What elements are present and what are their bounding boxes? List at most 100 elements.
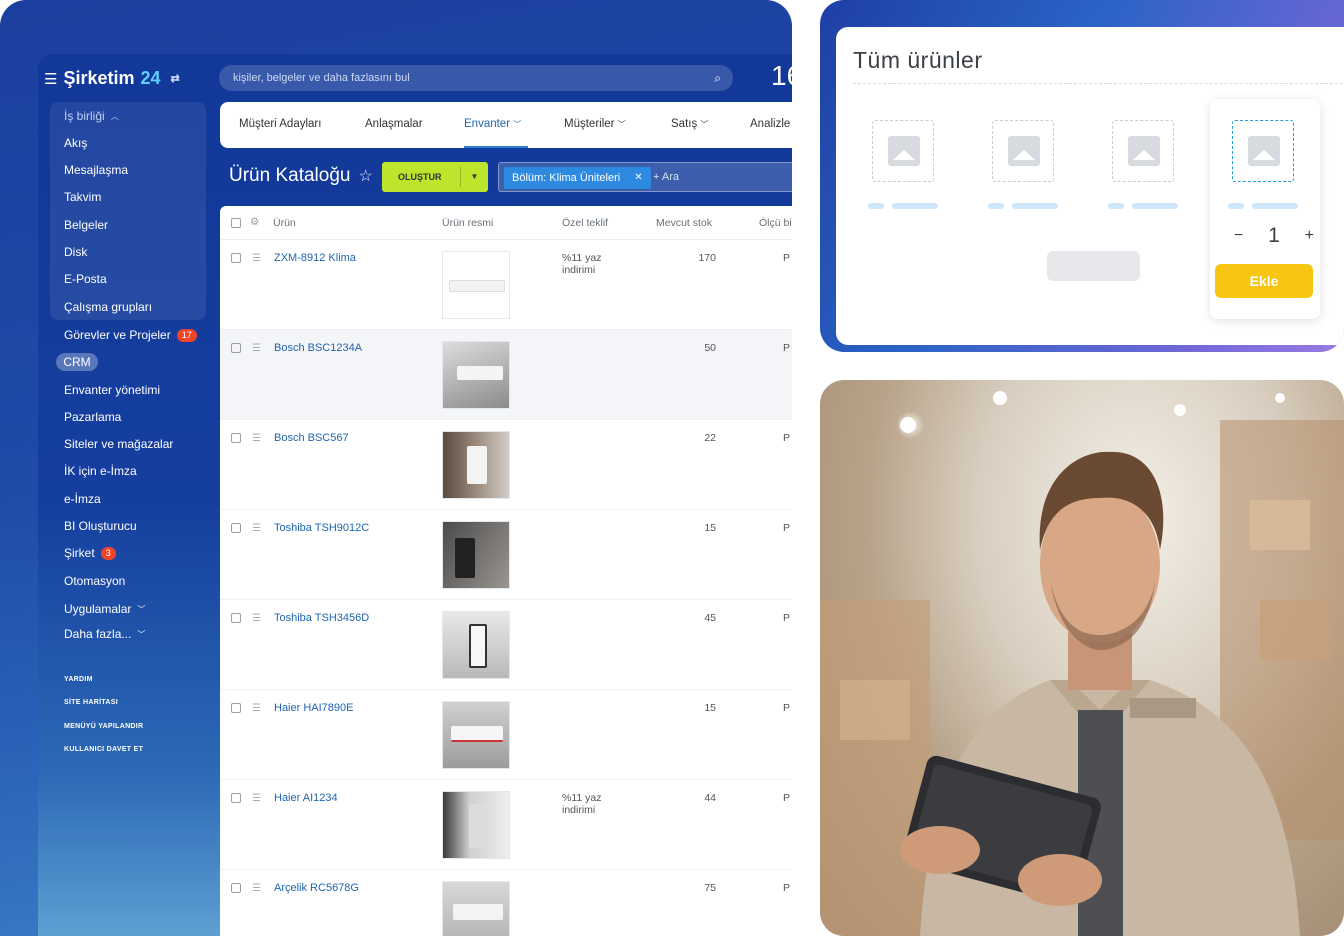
page-title: Ürün Kataloğu ☆ — [229, 165, 373, 187]
column-header-image[interactable]: Ürün resmi — [442, 217, 493, 229]
tab-inventory[interactable]: Envanter ﹀ — [464, 118, 521, 130]
menu-icon[interactable]: ☰ — [44, 70, 57, 88]
table-row[interactable]: ☰ ZXM-8912 Klima %11 yaz indirimi 170 P — [220, 240, 792, 330]
stock-value: 15 — [704, 522, 716, 534]
row-menu-icon[interactable]: ☰ — [252, 343, 261, 354]
tab-analytics[interactable]: Analizle — [750, 118, 790, 130]
row-checkbox[interactable] — [231, 793, 241, 803]
select-all-checkbox[interactable] — [231, 218, 241, 228]
row-checkbox[interactable] — [231, 883, 241, 893]
close-icon[interactable]: ✕ — [634, 167, 642, 189]
footer-link-configure-menu[interactable]: MENÜYÜ YAPILANDIR — [64, 723, 143, 730]
product-name-link[interactable]: ZXM-8912 Klima — [274, 252, 356, 264]
footer-link-sitemap[interactable]: SİTE HARİTASI — [64, 699, 118, 706]
create-button-label: OLUŞTUR — [398, 172, 442, 182]
column-header-unit[interactable]: Ölçü bi — [759, 217, 792, 229]
footer-link-help[interactable]: YARDIM — [64, 676, 93, 683]
sidebar-item-marketing[interactable]: Pazarlama — [64, 410, 121, 424]
product-placeholder-selected[interactable] — [1232, 120, 1294, 182]
row-checkbox[interactable] — [231, 523, 241, 533]
table-row[interactable]: ☰ Bosch BSC1234A 50 P — [220, 330, 792, 420]
table-row[interactable]: ☰ Haier HAI7890E 15 P — [220, 690, 792, 780]
sidebar-item-tasks[interactable]: Görevler ve Projeler 17 — [64, 328, 197, 342]
product-name-link[interactable]: Bosch BSC1234A — [274, 342, 362, 354]
sidebar-item-disk[interactable]: Disk — [64, 245, 87, 259]
row-checkbox[interactable] — [231, 613, 241, 623]
create-button[interactable]: OLUŞTUR ▼ — [382, 162, 488, 192]
table-row[interactable]: ☰ Toshiba TSH9012C 15 P — [220, 510, 792, 600]
table-row[interactable]: ☰ Bosch BSC567 22 P — [220, 420, 792, 510]
sidebar-item-company[interactable]: Şirket 3 — [64, 546, 116, 560]
row-checkbox[interactable] — [231, 433, 241, 443]
search-icon[interactable]: ⌕ — [714, 65, 721, 91]
product-name-link[interactable]: Toshiba TSH9012C — [274, 522, 369, 534]
tab-customers[interactable]: Müşteriler ﹀ — [564, 118, 626, 130]
count-badge: 3 — [100, 546, 116, 560]
sidebar-item-sites[interactable]: Siteler ve mağazalar — [64, 437, 173, 451]
plus-button[interactable]: + — [1305, 227, 1314, 245]
column-header-stock[interactable]: Mevcut stok — [656, 217, 712, 229]
product-name-link[interactable]: Toshiba TSH3456D — [274, 612, 369, 624]
tab-leads[interactable]: Müşteri Adayları — [239, 118, 321, 130]
row-checkbox[interactable] — [231, 703, 241, 713]
star-icon[interactable]: ☆ — [358, 166, 372, 186]
brand-number: 24 — [140, 68, 161, 88]
row-menu-icon[interactable]: ☰ — [252, 793, 261, 804]
search-input[interactable]: kişiler, belgeler ve daha fazlasını bul … — [219, 65, 733, 91]
product-image — [442, 341, 510, 409]
sidebar-item-messaging[interactable]: Mesajlaşma — [64, 163, 128, 177]
row-menu-icon[interactable]: ☰ — [252, 703, 261, 714]
row-menu-icon[interactable]: ☰ — [252, 253, 261, 264]
row-checkbox[interactable] — [231, 343, 241, 353]
table-row[interactable]: ☰ Toshiba TSH3456D 45 P — [220, 600, 792, 690]
sidebar-item-label: İK için e-İmza — [64, 464, 137, 478]
footer-link-invite-user[interactable]: KULLANICI DAVET ET — [64, 746, 143, 753]
unit-value: P — [783, 432, 791, 444]
product-name-link[interactable]: Haier AI1234 — [274, 792, 338, 804]
product-name-link[interactable]: Haier HAI7890E — [274, 702, 354, 714]
quantity-stepper[interactable]: − 1 + — [1234, 224, 1314, 248]
sidebar-item-feed[interactable]: Akış — [64, 136, 87, 150]
filter-search-field[interactable]: Bölüm: Klima Üniteleri ✕ + Ara — [498, 162, 792, 192]
tab-sales[interactable]: Satış ﹀ — [671, 118, 708, 130]
row-menu-icon[interactable]: ☰ — [252, 433, 261, 444]
sidebar-item-inventory[interactable]: Envanter yönetimi — [64, 383, 160, 397]
minus-button[interactable]: − — [1234, 227, 1243, 245]
unit-value: P — [783, 612, 791, 624]
row-checkbox[interactable] — [231, 253, 241, 263]
row-menu-icon[interactable]: ☰ — [252, 883, 261, 894]
sidebar-item-hr-esign[interactable]: İK için e-İmza — [64, 464, 137, 478]
table-row[interactable]: ☰ Haier AI1234 %11 yaz indirimi 44 P — [220, 780, 792, 870]
sidebar-item-more[interactable]: Daha fazla... ﹀ — [64, 627, 145, 641]
caret-down-icon[interactable]: ▼ — [460, 167, 488, 187]
sidebar-item-label: Otomasyon — [64, 574, 126, 588]
filter-chip[interactable]: Bölüm: Klima Üniteleri ✕ — [504, 167, 651, 189]
sidebar-item-crm[interactable]: CRM — [56, 353, 98, 371]
product-placeholder[interactable] — [992, 120, 1054, 182]
sidebar-item-esign[interactable]: e-İmza — [64, 492, 101, 506]
product-placeholder[interactable] — [1112, 120, 1174, 182]
sidebar-item-email[interactable]: E-Posta — [64, 272, 107, 286]
sidebar-item-calendar[interactable]: Takvim — [64, 190, 101, 204]
add-button[interactable]: Ekle — [1215, 264, 1313, 298]
product-name-link[interactable]: Bosch BSC567 — [274, 432, 349, 444]
sidebar-item-label: Akış — [64, 136, 88, 150]
sidebar-item-documents[interactable]: Belgeler — [64, 218, 108, 232]
switch-icon[interactable]: ⇄ — [171, 72, 180, 85]
sidebar-item-bi-builder[interactable]: BI Oluşturucu — [64, 519, 137, 533]
gear-icon[interactable]: ⚙ — [250, 216, 259, 228]
brand-logo[interactable]: ☰ Şirketim 24 ⇄ — [44, 68, 180, 89]
column-header-product[interactable]: Ürün — [273, 217, 296, 229]
row-menu-icon[interactable]: ☰ — [252, 613, 261, 624]
table-row[interactable]: ☰ Arçelik RC5678G 75 P — [220, 870, 792, 936]
sidebar-item-automation[interactable]: Otomasyon — [64, 574, 125, 588]
row-menu-icon[interactable]: ☰ — [252, 523, 261, 534]
product-name-link[interactable]: Arçelik RC5678G — [274, 882, 359, 894]
sidebar-group-label[interactable]: İş birliği ︿ — [64, 109, 119, 123]
tab-deals[interactable]: Anlaşmalar — [365, 118, 423, 130]
sidebar-item-workgroups[interactable]: Çalışma grupları — [64, 300, 152, 314]
sidebar-item-apps[interactable]: Uygulamalar ﹀ — [64, 602, 145, 616]
column-header-offer[interactable]: Özel teklif — [562, 217, 608, 229]
placeholder-line — [1228, 203, 1244, 209]
product-placeholder[interactable] — [872, 120, 934, 182]
